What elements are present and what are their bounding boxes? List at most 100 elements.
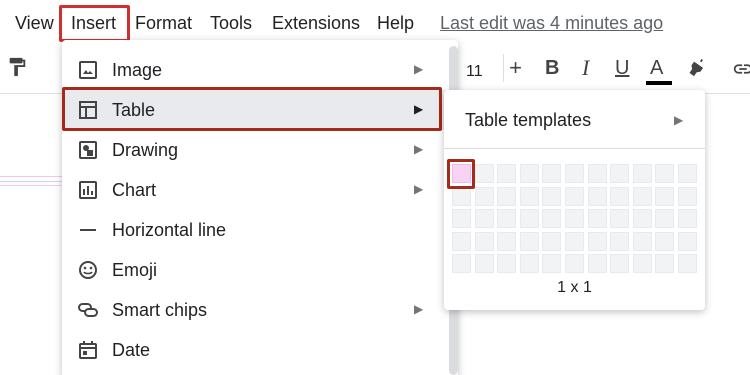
table-grid-cell[interactable]: [610, 209, 630, 229]
table-grid-cell[interactable]: [587, 164, 607, 183]
menu-item-label: Emoji: [112, 260, 158, 280]
table-grid-cell[interactable]: [655, 209, 675, 229]
table-grid-cell[interactable]: [677, 164, 697, 183]
table-grid-cell[interactable]: [655, 231, 675, 251]
table-grid-cell[interactable]: [564, 186, 584, 206]
menu-item-chart[interactable]: Chart ▶: [62, 170, 447, 210]
table-grid-cell[interactable]: [452, 209, 471, 229]
table-size-grid[interactable]: [452, 164, 697, 274]
table-grid-cell[interactable]: [542, 254, 562, 274]
menu-tools[interactable]: Tools: [210, 12, 252, 34]
table-grid-cell[interactable]: [655, 254, 675, 274]
table-grid-cell[interactable]: [564, 209, 584, 229]
increase-font-size-button[interactable]: +: [503, 54, 527, 82]
submenu-arrow-icon: ▶: [414, 62, 424, 76]
table-grid-cell[interactable]: [632, 209, 652, 229]
table-templates-item[interactable]: Table templates: [465, 109, 591, 131]
table-highlight-box: [62, 87, 442, 131]
table-grid-cell[interactable]: [497, 186, 517, 206]
bold-button[interactable]: B: [545, 54, 559, 82]
menu-item-drawing[interactable]: Drawing ▶: [62, 130, 447, 170]
table-grid-cell[interactable]: [542, 231, 562, 251]
calendar-icon: [79, 341, 97, 359]
paint-format-icon[interactable]: [6, 56, 28, 78]
menu-item-label: Horizontal line: [112, 220, 227, 240]
table-grid-cell[interactable]: [474, 209, 494, 229]
menu-item-horizontal-line[interactable]: Horizontal line: [62, 210, 447, 250]
table-grid-cell[interactable]: [497, 231, 517, 251]
table-grid-cell[interactable]: [655, 186, 675, 206]
table-grid-cell[interactable]: [497, 209, 517, 229]
table-grid-cell[interactable]: [632, 164, 652, 183]
menu-item-label: Smart chips: [112, 300, 208, 320]
menu-item-emoji[interactable]: Emoji: [62, 250, 447, 290]
table-grid-cell[interactable]: [474, 186, 494, 206]
font-size-value[interactable]: 11: [466, 58, 483, 86]
table-grid-cell[interactable]: [587, 254, 607, 274]
table-grid-cell[interactable]: [564, 254, 584, 274]
table-grid-cell[interactable]: [610, 186, 630, 206]
table-grid-cell[interactable]: [677, 209, 697, 229]
table-grid-cell[interactable]: [542, 186, 562, 206]
table-grid-cell[interactable]: [497, 164, 517, 183]
text-color-swatch: [646, 81, 672, 85]
menu-item-label: Chart: [112, 180, 157, 200]
table-grid-cell[interactable]: [677, 254, 697, 274]
table-grid-cell[interactable]: [610, 231, 630, 251]
link-icon[interactable]: [732, 58, 750, 80]
drawing-icon: [79, 141, 97, 159]
text-color-button[interactable]: A: [650, 54, 663, 82]
menu-format[interactable]: Format: [135, 12, 192, 34]
table-grid-cell[interactable]: [587, 209, 607, 229]
table-grid-cell[interactable]: [452, 254, 471, 274]
table-grid-cell[interactable]: [519, 164, 539, 183]
table-grid-cell[interactable]: [452, 231, 471, 251]
table-grid-cell[interactable]: [632, 231, 652, 251]
table-grid-cell[interactable]: [564, 231, 584, 251]
table-grid-cell[interactable]: [474, 164, 494, 183]
table-grid-cell[interactable]: [497, 254, 517, 274]
table-grid-cell[interactable]: [677, 231, 697, 251]
submenu-arrow-icon: ▶: [414, 182, 424, 196]
table-grid-cell[interactable]: [564, 164, 584, 183]
last-edit-link[interactable]: Last edit was 4 minutes ago: [440, 12, 663, 34]
table-grid-cell[interactable]: [587, 186, 607, 206]
table-grid-cell[interactable]: [519, 209, 539, 229]
table-grid-cell[interactable]: [677, 186, 697, 206]
table-grid-cell[interactable]: [474, 254, 494, 274]
image-icon: [79, 61, 97, 79]
table-grid-cell[interactable]: [610, 254, 630, 274]
highlighter-icon[interactable]: [686, 56, 708, 78]
underline-button[interactable]: U: [615, 54, 629, 82]
smart-chips-icon: [78, 303, 98, 317]
table-grid-cell[interactable]: [474, 231, 494, 251]
chart-icon: [79, 181, 97, 199]
menu-item-label: Drawing: [112, 140, 179, 160]
table-grid-cell[interactable]: [519, 231, 539, 251]
menu-item-label: Date: [112, 340, 151, 360]
table-grid-cell[interactable]: [452, 186, 471, 206]
menu-view[interactable]: View: [15, 12, 54, 34]
table-grid-cell[interactable]: [519, 254, 539, 274]
submenu-arrow-icon: ▶: [414, 142, 424, 156]
table-grid-cell[interactable]: [519, 186, 539, 206]
table-grid-cell[interactable]: [542, 209, 562, 229]
table-grid-cell[interactable]: [587, 231, 607, 251]
menu-item-smart-chips[interactable]: Smart chips ▶: [62, 290, 447, 330]
menu-item-date[interactable]: Date: [62, 330, 447, 370]
table-grid-cell[interactable]: [542, 164, 562, 183]
submenu-arrow-icon: ▶: [414, 302, 424, 316]
table-submenu: Table templates ▶ 1 x 1: [444, 90, 705, 310]
menu-extensions[interactable]: Extensions: [272, 12, 360, 34]
italic-button[interactable]: I: [582, 54, 589, 82]
table-grid-cell[interactable]: [655, 164, 675, 183]
menu-item-label: Image: [112, 60, 163, 80]
grid-cell-highlight-box: [447, 159, 475, 189]
table-size-label: 1 x 1: [557, 279, 592, 296]
table-grid-cell[interactable]: [632, 254, 652, 274]
menu-item-image[interactable]: Image ▶: [62, 50, 447, 90]
table-grid-cell[interactable]: [610, 164, 630, 183]
menu-help[interactable]: Help: [377, 12, 414, 34]
horizontal-line-icon: [80, 229, 96, 231]
table-grid-cell[interactable]: [632, 186, 652, 206]
